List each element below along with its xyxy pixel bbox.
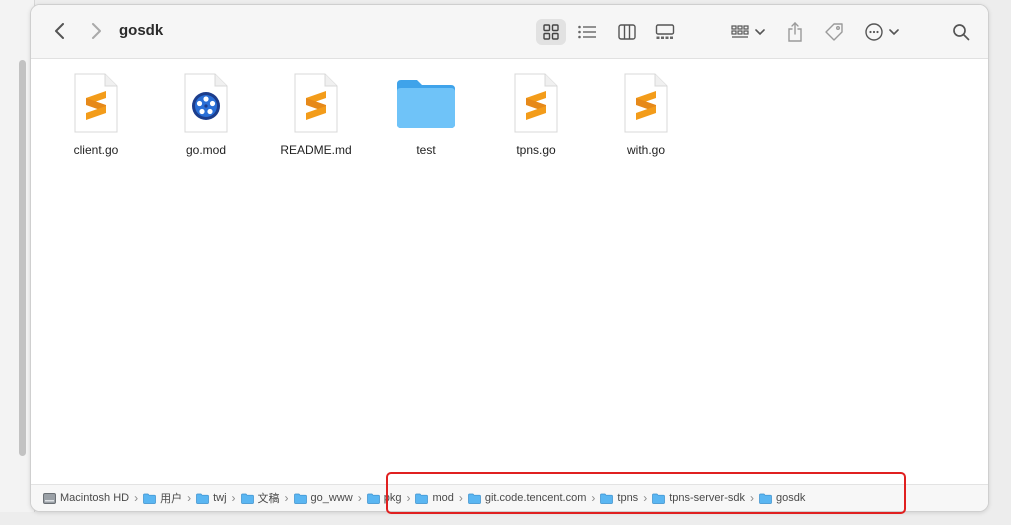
file-area: client.go go.mod README.md test tpns.go … (31, 59, 988, 485)
folder-icon (196, 493, 209, 504)
folder-icon (468, 493, 481, 504)
chevron-right-icon (92, 23, 101, 39)
path-crumb-mod[interactable]: mod (415, 492, 454, 504)
finder-window: gosdk client.go go.mod README.md test tp… (30, 4, 989, 512)
folder-icon (394, 71, 458, 135)
file-item-go-mod[interactable]: go.mod (151, 71, 261, 167)
window-title: gosdk (119, 22, 164, 39)
file-name: tpns.go (516, 143, 556, 157)
folder-icon (240, 493, 254, 504)
list-icon (578, 25, 596, 39)
path-crumb-twj[interactable]: twj (196, 492, 227, 504)
folder-icon (293, 493, 307, 504)
list-view-button[interactable] (573, 19, 601, 45)
icon-view-button[interactable] (536, 19, 566, 45)
chevron-down-icon (755, 29, 765, 36)
sublime-document-icon (504, 71, 568, 135)
gallery-view-button[interactable] (651, 19, 679, 45)
file-name: client.go (73, 143, 119, 157)
sublime-document-icon (284, 71, 348, 135)
column-view-button[interactable] (613, 19, 641, 45)
sublime-document-icon (64, 71, 128, 135)
file-name: test (416, 143, 436, 157)
grid-icon (543, 24, 559, 40)
chevron-left-icon (55, 23, 64, 39)
path-crumb-tpns[interactable]: tpns (600, 492, 638, 504)
more-actions-button[interactable] (861, 19, 903, 45)
path-crumb-git-code-tencent-com[interactable]: git.code.tencent.com (468, 492, 586, 504)
path-crumb-pkg[interactable]: pkg (366, 492, 401, 504)
sublime-document-icon (614, 71, 678, 135)
gallery-icon (655, 24, 675, 39)
back-button[interactable] (49, 19, 71, 43)
chevron-down-icon (889, 29, 899, 36)
group-by-button[interactable] (727, 19, 769, 45)
path-crumb-users[interactable]: 用户 (143, 490, 182, 506)
search-button[interactable] (948, 19, 974, 45)
file-name: README.md (280, 143, 352, 157)
file-item-readme-md[interactable]: README.md (261, 71, 371, 167)
path-bar: Macintosh HD › 用户 › twj › 文稿 › go_www › … (31, 484, 988, 511)
path-crumb-tpns-server-sdk[interactable]: tpns-server-sdk (652, 492, 745, 504)
share-icon (788, 22, 802, 42)
grid-group-icon (731, 25, 749, 38)
search-icon (953, 24, 970, 41)
quicktime-document-icon (174, 71, 238, 135)
file-item-tpns-go[interactable]: tpns.go (481, 71, 591, 167)
ellipsis-circle-icon (865, 23, 883, 41)
file-item-client-go[interactable]: client.go (41, 71, 151, 167)
folder-icon (759, 493, 772, 504)
forward-button[interactable] (85, 19, 107, 43)
tag-button[interactable] (821, 19, 847, 45)
columns-icon (618, 24, 636, 40)
path-crumb-macintosh-hd[interactable]: Macintosh HD (43, 492, 129, 504)
file-item-test-folder[interactable]: test (371, 71, 481, 167)
tag-icon (825, 23, 843, 41)
folder-icon (600, 493, 614, 504)
folder-icon (143, 493, 156, 504)
folder-icon (652, 493, 666, 504)
file-item-with-go[interactable]: with.go (591, 71, 701, 167)
background-scrollbar[interactable] (19, 60, 26, 456)
file-name: go.mod (185, 143, 227, 157)
path-crumb-gosdk[interactable]: gosdk (759, 492, 805, 504)
hard-drive-icon (43, 492, 56, 504)
share-button[interactable] (783, 18, 807, 46)
path-crumb-go-www[interactable]: go_www (293, 492, 353, 504)
file-name: with.go (626, 143, 666, 157)
folder-icon (415, 493, 429, 504)
path-crumb-documents[interactable]: 文稿 (240, 490, 280, 506)
toolbar: gosdk (31, 5, 988, 59)
folder-icon (366, 493, 380, 504)
